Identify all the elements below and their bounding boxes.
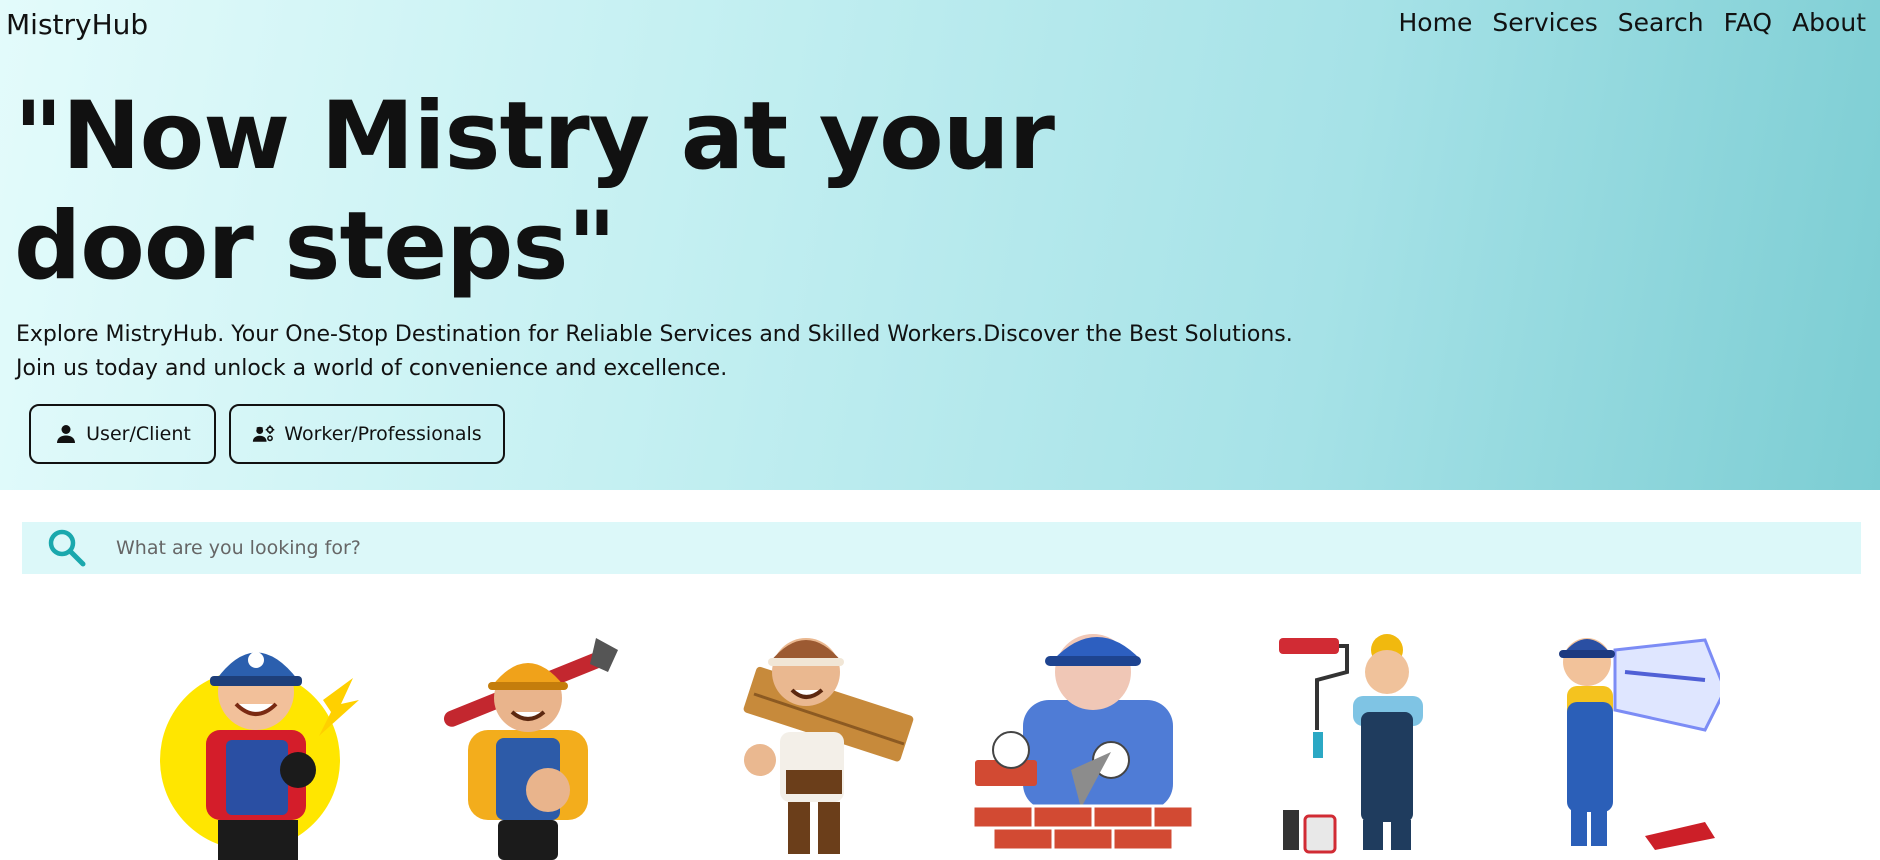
workers-icon — [253, 425, 275, 442]
search-icon[interactable] — [45, 526, 89, 570]
electrician-image — [160, 652, 359, 860]
person-icon — [57, 425, 76, 443]
electrician-illustration[interactable] — [158, 620, 363, 860]
plumber-image — [443, 638, 618, 860]
mason-illustration[interactable] — [963, 620, 1203, 860]
mason-image — [971, 634, 1195, 852]
nav-link-faq[interactable]: FAQ — [1724, 8, 1772, 37]
painter-illustration[interactable] — [1275, 620, 1435, 860]
ac-technician-image — [1559, 638, 1720, 850]
nav-link-services[interactable]: Services — [1492, 8, 1597, 37]
ac-technician-illustration[interactable] — [1545, 620, 1720, 860]
worker-professionals-button[interactable]: Worker/Professionals — [229, 404, 505, 464]
user-client-button[interactable]: User/Client — [29, 404, 216, 464]
hero-section: MistryHub Home Services Search FAQ About… — [0, 0, 1880, 490]
user-client-label: User/Client — [86, 423, 191, 445]
carpenter-image — [743, 638, 914, 854]
search-input[interactable] — [114, 527, 1718, 569]
nav-link-search[interactable]: Search — [1618, 8, 1704, 37]
search-bar — [22, 522, 1861, 574]
hero-title: "Now Mistry at your door steps" — [14, 82, 1055, 301]
painter-image — [1279, 634, 1423, 854]
carpenter-illustration[interactable] — [738, 620, 918, 860]
brand-logo[interactable]: MistryHub — [6, 8, 148, 41]
plumber-illustration[interactable] — [428, 620, 628, 860]
worker-professionals-label: Worker/Professionals — [284, 423, 482, 445]
nav-link-home[interactable]: Home — [1399, 8, 1473, 37]
top-nav: Home Services Search FAQ About — [1399, 8, 1867, 37]
nav-link-about[interactable]: About — [1792, 8, 1866, 37]
hero-description: Explore MistryHub. Your One-Stop Destina… — [16, 322, 1293, 381]
